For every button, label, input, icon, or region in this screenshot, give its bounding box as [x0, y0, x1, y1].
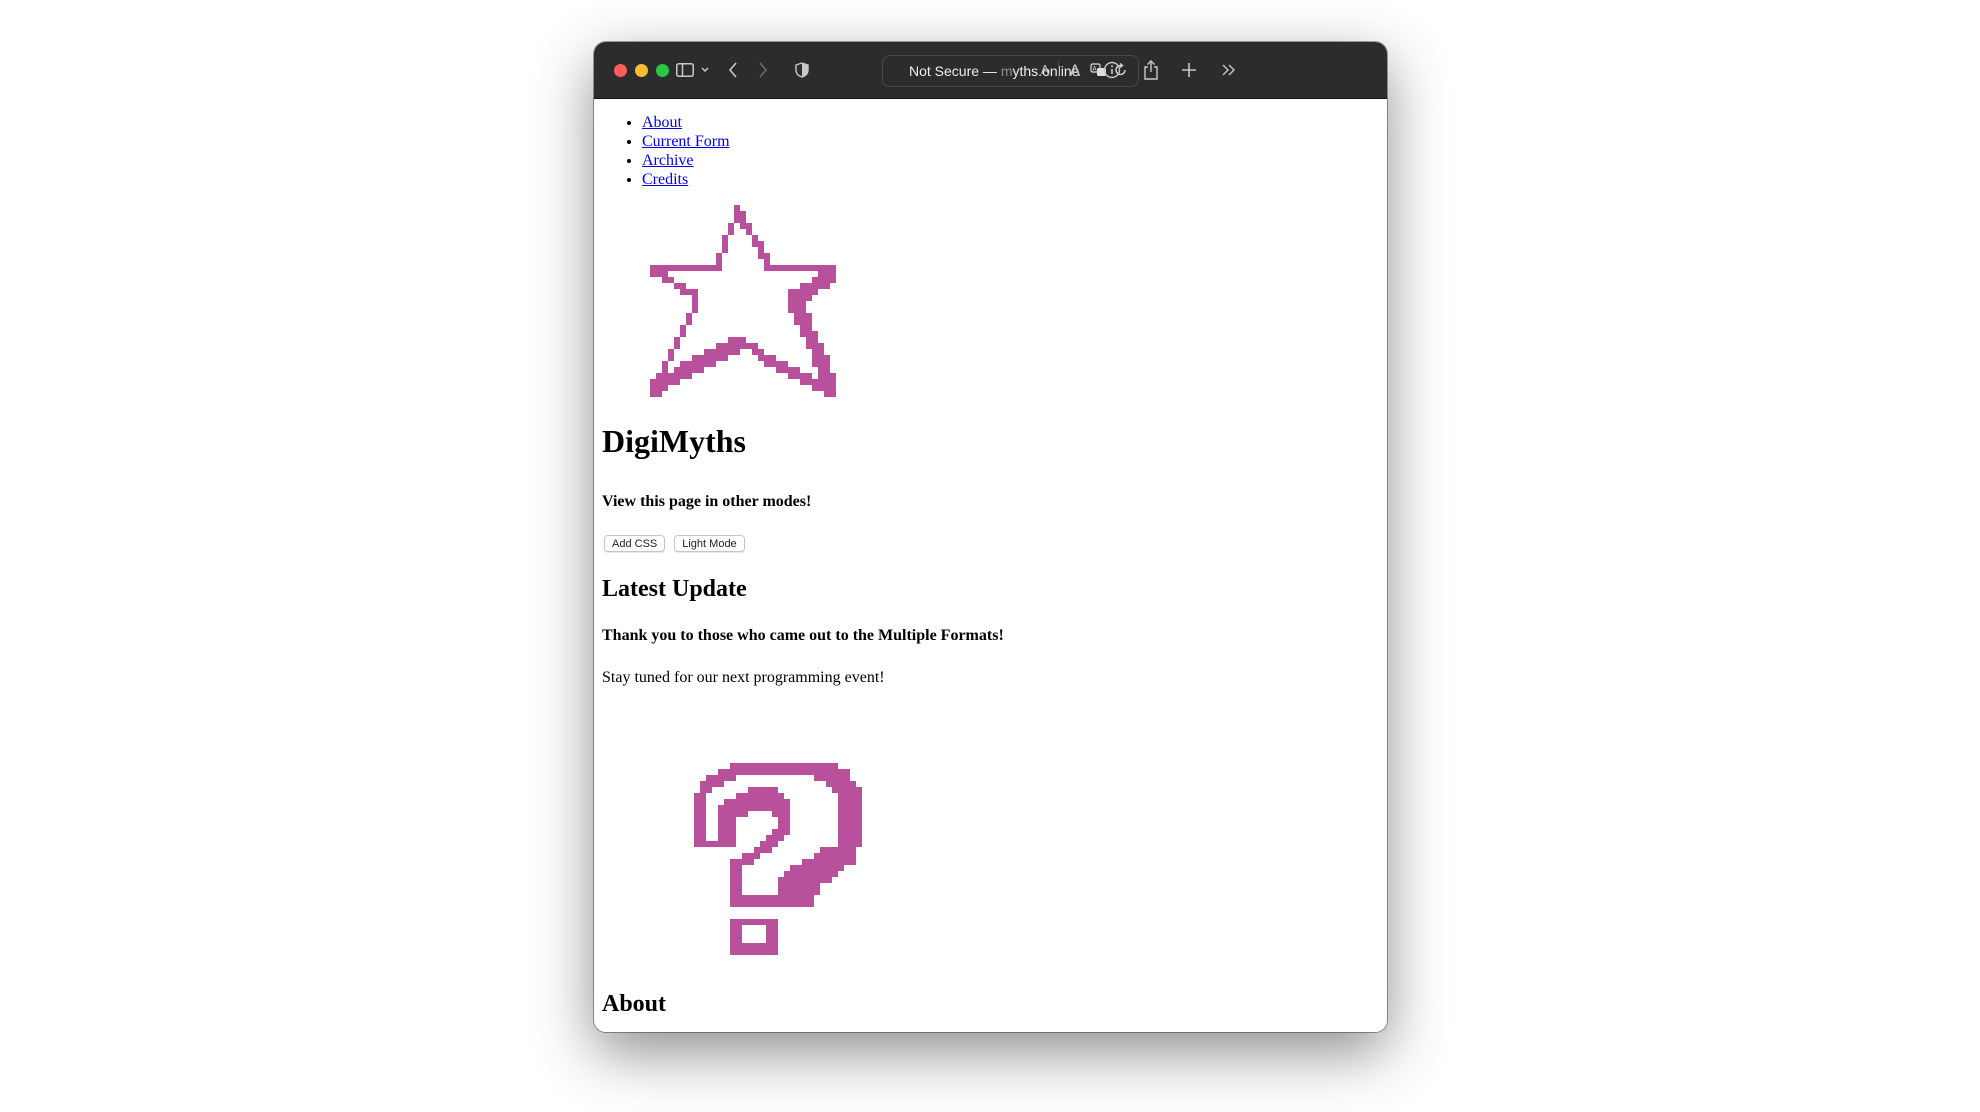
nav-item-current-form: Current Form: [642, 132, 730, 151]
mode-buttons: Add CSS Light Mode: [604, 535, 745, 552]
nav-link-about[interactable]: About: [642, 114, 682, 131]
text-smaller-icon[interactable]: A: [1038, 56, 1052, 84]
question-mark-icon: [694, 763, 862, 955]
zoom-window-button[interactable]: [656, 64, 669, 77]
forward-icon[interactable]: [754, 56, 772, 84]
sidebar-icon[interactable]: [674, 56, 696, 84]
latest-update-heading: Latest Update: [602, 576, 747, 602]
security-label: Not Secure —: [909, 63, 997, 79]
page-content: About Current Form Archive Credits DigiM…: [594, 99, 1387, 1032]
info-icon[interactable]: [1102, 56, 1122, 84]
shield-icon[interactable]: [793, 56, 811, 84]
url-faded: m: [1000, 63, 1013, 79]
address-bar[interactable]: Not Secure — myths.online A: [882, 55, 1139, 87]
close-window-button[interactable]: [614, 64, 627, 77]
latest-update-thanks: Thank you to those who came out to the M…: [602, 627, 1004, 644]
latest-update-body: Stay tuned for our next programming even…: [602, 669, 885, 686]
site-nav: About Current Form Archive Credits: [602, 113, 730, 189]
address-text: Not Secure — myths.online: [909, 63, 1079, 79]
add-css-button[interactable]: Add CSS: [604, 535, 666, 552]
browser-window: Not Secure — myths.online A A A About Cu…: [594, 42, 1387, 1032]
light-mode-button[interactable]: Light Mode: [674, 535, 745, 552]
about-heading: About: [602, 991, 667, 1017]
nav-link-current-form[interactable]: Current Form: [642, 133, 730, 150]
share-icon[interactable]: [1141, 56, 1161, 84]
overflow-icon[interactable]: [1219, 56, 1239, 84]
chevron-down-icon[interactable]: [698, 56, 712, 84]
new-tab-icon[interactable]: [1179, 56, 1199, 84]
nav-link-archive[interactable]: Archive: [642, 152, 694, 169]
star-logo-icon: [650, 205, 836, 397]
toolbar-divider: [1058, 60, 1059, 80]
minimize-window-button[interactable]: [635, 64, 648, 77]
browser-toolbar: Not Secure — myths.online A A A: [594, 42, 1387, 99]
modes-prompt: View this page in other modes!: [602, 493, 812, 510]
nav-item-credits: Credits: [642, 170, 730, 189]
nav-item-archive: Archive: [642, 151, 730, 170]
nav-item-about: About: [642, 113, 730, 132]
site-title: DigiMyths: [602, 423, 746, 459]
text-larger-icon[interactable]: A: [1067, 56, 1083, 84]
back-icon[interactable]: [724, 56, 742, 84]
nav-link-credits[interactable]: Credits: [642, 171, 688, 188]
